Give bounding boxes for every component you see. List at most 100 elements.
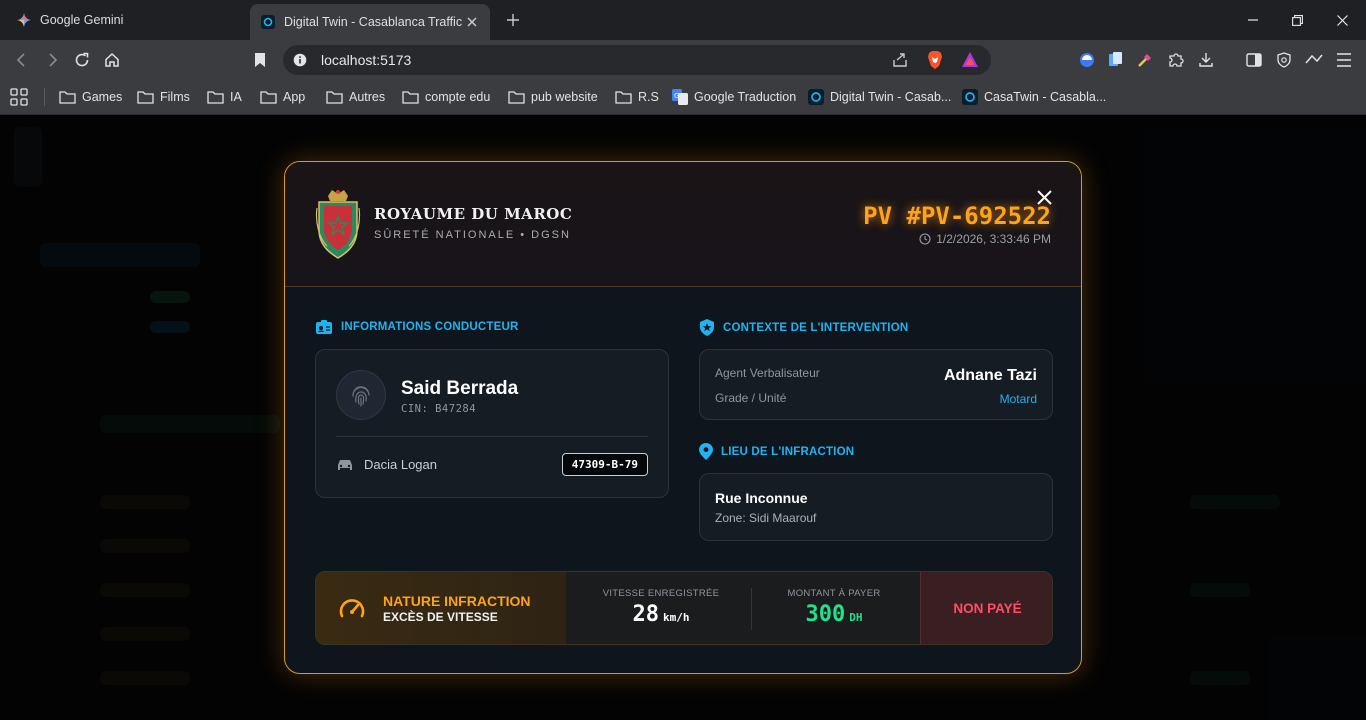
address-bar[interactable]: localhost:5173 xyxy=(283,45,991,75)
bookmark-label: IA xyxy=(230,90,242,104)
forward-icon[interactable] xyxy=(40,48,64,72)
url-text: localhost:5173 xyxy=(321,52,412,68)
extension-vpn-icon[interactable] xyxy=(1075,48,1099,72)
bookmark-folder-autres[interactable]: Autres xyxy=(326,86,385,108)
context-card: Agent Verbalisateur Adnane Tazi Grade / … xyxy=(699,349,1053,420)
brave-shields-icon[interactable] xyxy=(927,51,943,74)
amount-unit: DH xyxy=(849,611,863,624)
page-viewport: ROYAUME DU MAROC SÛRETÉ NATIONALE • DGSN… xyxy=(0,115,1366,720)
share-icon[interactable] xyxy=(891,51,909,74)
context-section-title: CONTEXTE DE L'INTERVENTION xyxy=(699,319,908,336)
speed-reading: 28 km/h xyxy=(576,602,746,627)
vehicle-model: Dacia Logan xyxy=(364,457,437,472)
google-translate-icon: G xyxy=(672,89,688,105)
bookmarks-bar: Games Films IA App Autres compte edu pub… xyxy=(0,80,1366,115)
agent-name: Adnane Tazi xyxy=(943,367,1037,384)
moroccan-emblem-icon xyxy=(315,190,361,259)
tab-digital-twin[interactable]: Digital Twin - Casablanca Traffic xyxy=(250,4,490,40)
gemini-icon xyxy=(16,12,32,28)
amount-reading: 300 DH xyxy=(749,602,919,627)
driver-name: Said Berrada xyxy=(401,378,519,399)
license-plate: 47309-B-79 xyxy=(561,453,648,476)
brave-rewards-icon[interactable] xyxy=(961,51,979,74)
bookmark-label: pub website xyxy=(531,90,598,104)
clock-icon xyxy=(919,233,931,245)
folder-icon xyxy=(207,91,224,104)
minimize-icon[interactable] xyxy=(1241,8,1265,32)
infraction-banner: NATURE INFRACTION EXCÈS DE VITESSE VITES… xyxy=(315,571,1053,645)
folder-icon xyxy=(137,91,154,104)
bookmarks-divider xyxy=(44,88,45,106)
site-info-icon[interactable] xyxy=(293,53,307,72)
close-window-icon[interactable] xyxy=(1330,8,1354,32)
bookmark-label: R.S xyxy=(638,90,659,104)
back-icon[interactable] xyxy=(10,48,34,72)
pv-number: PV #PV-692522 xyxy=(863,202,1051,230)
speed-label: VITESSE ENREGISTRÉE xyxy=(602,588,720,599)
app-favicon-icon xyxy=(962,89,978,105)
folder-icon xyxy=(260,91,277,104)
location-section-title: LIEU DE L'INFRACTION xyxy=(699,443,854,460)
amount-value: 300 xyxy=(805,602,846,627)
driver-card: Said Berrada CIN: B47284 Dacia Logan 473… xyxy=(315,349,669,498)
bookmark-google-traduction[interactable]: G Google Traduction xyxy=(672,86,796,108)
leo-ai-icon[interactable] xyxy=(1302,48,1326,72)
tab-strip: Google Gemini Digital Twin - Casablanca … xyxy=(0,0,1366,40)
street-name: Rue Inconnue xyxy=(715,490,808,506)
payment-status-panel: NON PAYÉ xyxy=(920,572,1052,644)
new-tab-button[interactable] xyxy=(502,8,524,32)
location-card: Rue Inconnue Zone: Sidi Maarouf xyxy=(699,473,1053,541)
bookmark-folder-pub-website[interactable]: pub website xyxy=(508,86,598,108)
bookmark-folder-compte-edu[interactable]: compte edu xyxy=(402,86,490,108)
reload-icon[interactable] xyxy=(70,48,94,72)
speed-value: 28 xyxy=(632,602,660,627)
apps-grid-icon[interactable] xyxy=(10,86,34,108)
vehicle-info: Dacia Logan xyxy=(336,457,437,472)
modal-header: ROYAUME DU MAROC SÛRETÉ NATIONALE • DGSN… xyxy=(285,162,1081,287)
extensions-puzzle-icon[interactable] xyxy=(1164,48,1188,72)
infraction-title: NATURE INFRACTION xyxy=(383,593,531,609)
folder-icon xyxy=(615,91,632,104)
bookmark-folder-games[interactable]: Games xyxy=(59,86,122,108)
folder-icon xyxy=(326,91,343,104)
agent-label: Agent Verbalisateur xyxy=(715,366,820,380)
pv-datetime: 1/2/2026, 3:33:46 PM xyxy=(919,232,1051,246)
bookmark-folder-ia[interactable]: IA xyxy=(207,86,242,108)
bookmark-label: Autres xyxy=(349,90,386,104)
download-icon[interactable] xyxy=(1194,48,1218,72)
location-pin-icon xyxy=(699,443,713,460)
sidebar-icon[interactable] xyxy=(1242,48,1266,72)
section-label: CONTEXTE DE L'INTERVENTION xyxy=(723,321,909,334)
extension-picker-icon[interactable] xyxy=(1133,48,1157,72)
restore-icon[interactable] xyxy=(1285,8,1309,32)
infraction-stats: VITESSE ENREGISTRÉE 28 km/h MONTANT À PAY… xyxy=(566,572,920,644)
fingerprint-icon xyxy=(336,370,386,420)
close-tab-icon[interactable] xyxy=(464,14,480,30)
bookmark-label: Games xyxy=(82,90,123,104)
vpn-shield-icon[interactable] xyxy=(1272,48,1296,72)
bookmark-folder-app[interactable]: App xyxy=(260,86,305,108)
menu-icon[interactable] xyxy=(1332,48,1356,72)
bookmark-folder-films[interactable]: Films xyxy=(137,86,190,108)
bookmark-label: Digital Twin - Casab... xyxy=(830,90,952,104)
infraction-type-panel: NATURE INFRACTION EXCÈS DE VITESSE xyxy=(316,572,566,644)
zone-name: Zone: Sidi Maarouf xyxy=(715,511,817,525)
driver-cin: CIN: B47284 xyxy=(401,403,477,415)
bookmark-label: App xyxy=(283,90,306,104)
home-icon[interactable] xyxy=(100,48,124,72)
bookmark-digital-twin[interactable]: Digital Twin - Casab... xyxy=(808,86,951,108)
bookmark-casatwin[interactable]: CasaTwin - Casabla... xyxy=(962,86,1106,108)
speedometer-icon xyxy=(339,599,365,618)
extension-docs-icon[interactable] xyxy=(1104,48,1128,72)
bookmark-folder-rs[interactable]: R.S xyxy=(615,86,659,108)
agency-subtitle: SÛRETÉ NATIONALE • DGSN xyxy=(374,229,571,241)
app-favicon-icon xyxy=(260,14,276,30)
tab-google-gemini[interactable]: Google Gemini xyxy=(6,4,246,36)
grade-value: Motard xyxy=(999,392,1037,406)
kingdom-title: ROYAUME DU MAROC xyxy=(374,205,573,223)
bookmark-label: Google Traduction xyxy=(694,90,797,104)
folder-icon xyxy=(508,91,525,104)
speed-unit: km/h xyxy=(663,611,690,624)
bookmark-icon[interactable] xyxy=(248,48,272,72)
pv-modal: ROYAUME DU MAROC SÛRETÉ NATIONALE • DGSN… xyxy=(284,161,1082,674)
